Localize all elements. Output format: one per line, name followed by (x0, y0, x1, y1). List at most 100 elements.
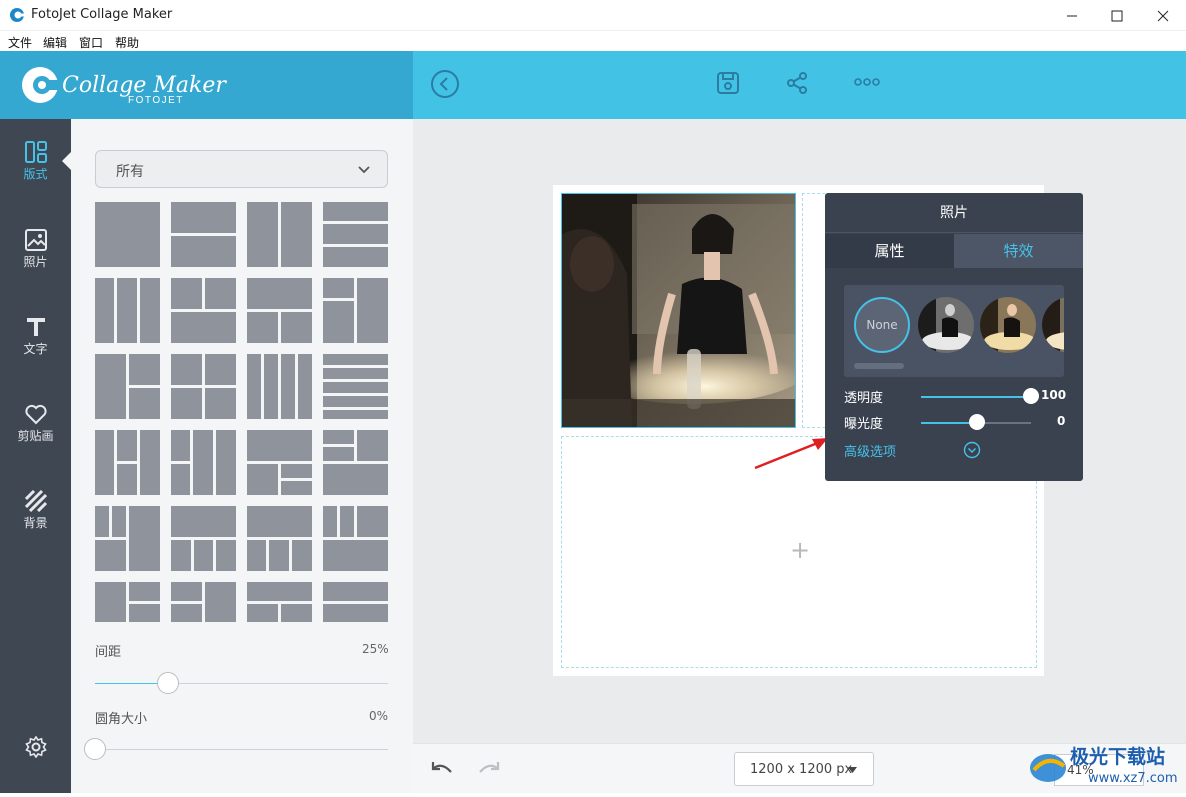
redo-icon[interactable] (477, 760, 501, 778)
svg-text:www.xz7.com: www.xz7.com (1088, 771, 1178, 786)
filter-thumb-vivid (1042, 297, 1064, 353)
corner-slider-track[interactable] (95, 749, 388, 750)
exposure-slider-thumb[interactable] (969, 414, 985, 430)
corner-slider-thumb[interactable] (84, 738, 106, 760)
maximize-button[interactable] (1094, 0, 1140, 31)
layout-template[interactable] (323, 278, 388, 343)
layout-template[interactable] (171, 430, 236, 495)
nav-label-photo: 照片 (23, 255, 48, 269)
layout-template[interactable] (171, 278, 236, 343)
photo-icon (24, 229, 47, 251)
layout-template[interactable] (247, 582, 312, 622)
layout-template[interactable] (95, 582, 160, 622)
layout-template[interactable] (247, 278, 312, 343)
filter-none[interactable]: None (854, 297, 910, 353)
opacity-slider-thumb[interactable] (1023, 388, 1039, 404)
more-icon[interactable] (854, 77, 880, 87)
close-icon (1157, 10, 1169, 21)
add-photo-icon[interactable]: + (790, 536, 810, 564)
chevron-down-icon (358, 166, 370, 174)
layout-template[interactable] (247, 430, 312, 495)
popup-title: 照片 (825, 193, 1083, 233)
expand-circle-icon[interactable] (963, 441, 981, 459)
window-title: FotoJet Collage Maker (31, 7, 173, 22)
nav-item-layout[interactable]: 版式 (0, 141, 71, 221)
nav-label-layout: 版式 (23, 167, 48, 181)
spacing-value: 25% (362, 642, 389, 656)
layout-template[interactable] (323, 202, 388, 267)
collage-maker-logo: Collage Maker FOTOJET (22, 67, 227, 106)
advanced-options-link[interactable]: 高级选项 (844, 441, 896, 460)
menu-help[interactable]: 帮助 (115, 34, 139, 51)
minimize-button[interactable] (1049, 0, 1095, 31)
undo-icon[interactable] (430, 760, 454, 778)
filter-scrollbar[interactable] (854, 363, 904, 369)
layout-filter-dropdown[interactable]: 所有 (95, 150, 388, 188)
photo-popup-panel: 照片 属性 特效 None 透明度 100 曝光度 0 高级选项 (825, 193, 1083, 481)
nav-item-photo[interactable]: 照片 (0, 229, 71, 309)
layout-template[interactable] (247, 506, 312, 571)
layout-template[interactable] (247, 354, 312, 419)
layout-template[interactable] (323, 430, 388, 495)
layout-template[interactable] (95, 506, 160, 571)
spacing-slider-thumb[interactable] (157, 672, 179, 694)
layout-template[interactable] (171, 202, 236, 267)
text-icon (26, 318, 45, 336)
caret-down-icon (848, 767, 857, 773)
collage-photo[interactable] (561, 193, 796, 428)
dropdown-value: 所有 (116, 164, 144, 180)
canvas-size-dropdown[interactable]: 1200 x 1200 px (734, 752, 874, 786)
layout-template[interactable] (95, 430, 160, 495)
top-toolbar (413, 51, 1186, 119)
layout-template[interactable] (95, 278, 160, 343)
heart-icon (24, 404, 47, 425)
layout-template[interactable] (323, 506, 388, 571)
maximize-icon (1111, 10, 1123, 21)
spacing-label: 间距 (95, 645, 122, 660)
brand-logo: Collage Maker FOTOJET (0, 51, 413, 119)
layout-template[interactable] (95, 202, 160, 267)
gear-icon[interactable] (25, 736, 47, 758)
left-sidebar: 版式 照片 文字 剪贴画 背景 (0, 119, 71, 793)
share-icon[interactable] (785, 71, 809, 95)
layout-template[interactable] (171, 506, 236, 571)
layout-template[interactable] (171, 582, 236, 622)
menu-edit[interactable]: 编辑 (43, 34, 67, 51)
svg-text:FOTOJET: FOTOJET (128, 95, 184, 106)
corner-value: 0% (369, 709, 389, 723)
layout-panel: 所有 间距 25% 圆角大小 0% (71, 119, 413, 793)
title-bar: FotoJet Collage Maker (0, 0, 1186, 31)
opacity-value: 100 (1041, 388, 1067, 402)
filter-grayscale[interactable] (918, 297, 974, 353)
filter-vivid[interactable] (1042, 297, 1064, 353)
svg-text:极光下载站: 极光下载站 (1070, 745, 1165, 768)
nav-item-background[interactable]: 背景 (0, 490, 71, 570)
layout-template[interactable] (171, 354, 236, 419)
save-icon[interactable] (716, 71, 740, 95)
filter-thumb-warm (980, 297, 1036, 353)
nav-item-text[interactable]: 文字 (0, 316, 71, 396)
layout-template[interactable] (247, 202, 312, 267)
tab-properties[interactable]: 属性 (825, 234, 954, 268)
site-watermark: 极光下载站 www.xz7.com (1026, 740, 1186, 793)
nav-label-clipart: 剪贴画 (17, 429, 54, 443)
layout-template[interactable] (95, 354, 160, 419)
close-button[interactable] (1140, 0, 1186, 31)
minimize-icon (1067, 15, 1077, 16)
annotation-arrow (754, 438, 828, 470)
nav-item-clipart[interactable]: 剪贴画 (0, 403, 71, 483)
layout-template[interactable] (323, 582, 388, 622)
exposure-label: 曝光度 (844, 417, 884, 432)
exposure-slider-fill (921, 422, 976, 424)
background-icon (24, 490, 47, 512)
back-icon[interactable] (430, 69, 460, 99)
menu-bar: 文件 编辑 窗口 帮助 (0, 31, 1186, 51)
layout-template[interactable] (323, 354, 388, 419)
menu-window[interactable]: 窗口 (79, 34, 103, 51)
layout-icon (24, 141, 47, 163)
menu-file[interactable]: 文件 (8, 34, 32, 51)
tab-effects[interactable]: 特效 (954, 234, 1083, 268)
nav-label-text: 文字 (23, 342, 48, 356)
filter-warm[interactable] (980, 297, 1036, 353)
opacity-label: 透明度 (844, 391, 884, 406)
